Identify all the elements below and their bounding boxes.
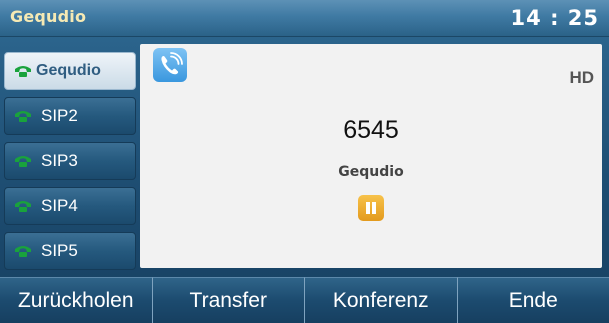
account-label: SIP4	[41, 196, 78, 215]
call-panel: HD 6545 Gequdio	[140, 44, 602, 268]
phone-handset-icon	[15, 201, 31, 212]
softkey-bar: Zurückholen Transfer Konferenz Ende	[0, 277, 609, 323]
status-bar: Gequdio 14 : 25	[0, 0, 609, 37]
account-label: SIP5	[41, 241, 78, 260]
hd-badge: HD	[569, 68, 594, 87]
pause-icon	[358, 195, 384, 221]
account-label: SIP2	[41, 106, 78, 125]
account-line-sip2[interactable]: SIP2	[4, 97, 136, 135]
account-list: Gequdio SIP2 SIP3 SIP4 SIP5	[4, 52, 136, 277]
call-active-icon	[153, 48, 187, 82]
conference-button[interactable]: Konferenz	[304, 277, 457, 323]
account-line-sip3[interactable]: SIP3	[4, 142, 136, 180]
account-line-gequdio[interactable]: Gequdio	[4, 52, 136, 90]
end-call-button[interactable]: Ende	[456, 277, 609, 323]
account-line-sip5[interactable]: SIP5	[4, 232, 136, 270]
account-line-sip4[interactable]: SIP4	[4, 187, 136, 225]
phone-handset-icon	[15, 246, 31, 257]
phone-handset-icon	[15, 111, 31, 122]
account-label: Gequdio	[36, 62, 101, 79]
clock: 14 : 25	[510, 6, 599, 30]
resume-button[interactable]: Zurückholen	[0, 277, 152, 323]
callee-name: Gequdio	[338, 164, 404, 180]
account-label: SIP3	[41, 151, 78, 170]
call-number: 6545	[343, 116, 399, 144]
transfer-button[interactable]: Transfer	[151, 277, 304, 323]
phone-screen: Gequdio 14 : 25 Gequdio SIP2 SIP3 SIP4 S…	[0, 0, 609, 323]
phone-handset-icon	[15, 66, 31, 77]
brand-label: Gequdio	[10, 7, 87, 26]
phone-handset-icon	[15, 156, 31, 167]
